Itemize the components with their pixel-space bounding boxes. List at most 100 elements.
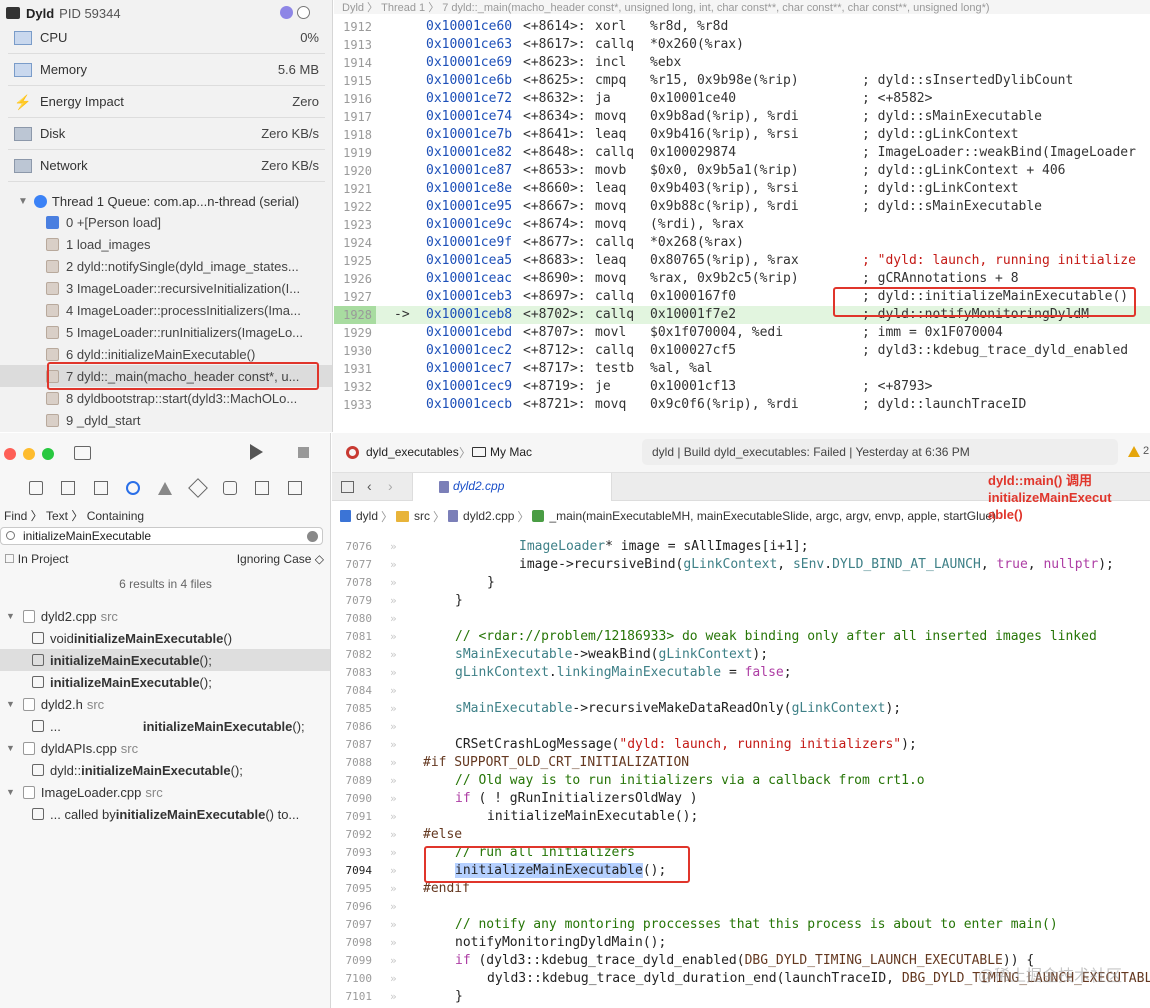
source-line[interactable]: 7083 » gLinkContext.linkingMainExecutable … [332, 664, 1150, 682]
stack-frame-5[interactable]: 5 ImageLoader::runInitializers(ImageLo..… [0, 321, 332, 343]
disassembly-line[interactable]: 1914 0x10001ce69 <+8623>: incl %ebx [334, 54, 1150, 72]
source-line[interactable]: 7087 » CRSetCrashLogMessage("dyld: launch,… [332, 736, 1150, 754]
disassembly-line[interactable]: 1933 0x10001cecb <+8721>: movq 0x9c0f6(%rip)… [334, 396, 1150, 414]
stack-frame-0[interactable]: 0 +[Person load] [0, 211, 332, 233]
scope-selector[interactable]: ☐ In Project [4, 552, 68, 566]
stack-frame-1[interactable]: 1 load_images [0, 233, 332, 255]
minimize-window-button[interactable] [23, 448, 35, 460]
source-line[interactable]: 7079 »} [332, 592, 1150, 610]
stop-button[interactable] [298, 447, 309, 458]
disassembly-line[interactable]: 1916 0x10001ce72 <+8632>: ja 0x10001ce40 ; <+… [334, 90, 1150, 108]
run-button[interactable] [250, 444, 263, 460]
disassembly-line[interactable]: 1917 0x10001ce74 <+8634>: movq 0x9b8ad(%rip)… [334, 108, 1150, 126]
disassembly-line[interactable]: 1932 0x10001cec9 <+8719>: je 0x10001cf13 ; <+… [334, 378, 1150, 396]
jumpbar-symbol[interactable]: _main(mainExecutableMH, mainExecutableSl… [549, 509, 996, 523]
source-line[interactable]: 7096 » [332, 898, 1150, 916]
chevron-down-icon[interactable]: ▼ [18, 196, 28, 207]
source-line[interactable]: 7093 » // run all initializers [332, 844, 1150, 862]
result-file[interactable]: ▼ dyldAPIs.cpp src [0, 737, 330, 759]
disassembly-line[interactable]: 1926 0x10001ceac <+8690>: movq %rax, 0x9b2c5… [334, 270, 1150, 288]
disassembly-line[interactable]: 1930 0x10001cec2 <+8712>: callq 0x100027cf5;… [334, 342, 1150, 360]
grid-icon[interactable] [341, 481, 354, 493]
disassembly-line[interactable]: 1912 0x10001ce60 <+8614>: xorl %r8d, %r8d [334, 18, 1150, 36]
source-line[interactable]: 7094 » initializeMainExecutable(); [332, 862, 1150, 880]
symbol-icon[interactable] [93, 481, 108, 495]
warning-icon[interactable] [1128, 446, 1140, 457]
stack-frame-3[interactable]: 3 ImageLoader::recursiveInitialization(I… [0, 277, 332, 299]
source-line[interactable]: 7081 » // <rdar://problem/12186933> do wea… [332, 628, 1150, 646]
source-line[interactable]: 7076 » ImageLoader* image = sAllImages[i+1… [332, 538, 1150, 556]
stack-frame-4[interactable]: 4 ImageLoader::processInitializers(Ima..… [0, 299, 332, 321]
tab-dyld2-cpp[interactable]: dyld2.cpp [412, 473, 612, 501]
back-arrow-icon[interactable]: ‹ [367, 478, 372, 494]
disassembly-line[interactable]: 1922 0x10001ce95 <+8667>: movq 0x9b88c(%rip)… [334, 198, 1150, 216]
source-line[interactable]: 7084 » [332, 682, 1150, 700]
result-match[interactable]: void initializeMainExecutable() [0, 627, 330, 649]
find-icon[interactable] [126, 481, 141, 495]
disassembly-line[interactable]: 1925 0x10001cea5 <+8683>: leaq 0x80765(%rip)… [334, 252, 1150, 270]
chevron-down-icon[interactable]: ▼ [6, 699, 15, 709]
source-line[interactable]: 7091 » initializeMainExecutable(); [332, 808, 1150, 826]
result-file[interactable]: ▼ ImageLoader.cpp src [0, 781, 330, 803]
disassembly-jumpbar[interactable]: Dyld 〉 Thread 1 〉 7 dyld::_main(macho_he… [334, 0, 1150, 14]
jumpbar-file[interactable]: dyld2.cpp [463, 509, 514, 523]
disassembly-line[interactable]: 1913 0x10001ce63 <+8617>: callq *0x260(%rax) [334, 36, 1150, 54]
gauge-energy[interactable]: ⚡ Energy Impact Zero [8, 86, 325, 118]
stack-frame-9[interactable]: 9 _dyld_start [0, 409, 332, 431]
source-line[interactable]: 7089 » // Old way is to run initializers v… [332, 772, 1150, 790]
destination-selector[interactable]: My Mac [490, 445, 532, 459]
source-line[interactable]: 7097 » // notify any montoring proccesses … [332, 916, 1150, 934]
source-line[interactable]: 7098 » notifyMonitoringDyldMain(); [332, 934, 1150, 952]
source-line[interactable]: 7077 » image->recursiveBind(gLinkContext, … [332, 556, 1150, 574]
info-icon[interactable] [280, 6, 293, 19]
stack-frame-7[interactable]: 7 dyld::_main(macho_header const*, u... [0, 365, 332, 387]
disassembly-line[interactable]: 1915 0x10001ce6b <+8625>: cmpq %r15, 0x9b98e… [334, 72, 1150, 90]
gauge-network[interactable]: Network Zero KB/s [8, 150, 325, 182]
jumpbar-folder[interactable]: src [414, 509, 430, 523]
gauge-memory[interactable]: Memory 5.6 MB [8, 54, 325, 86]
result-match[interactable]: initializeMainExecutable (); [0, 649, 330, 671]
folder-icon[interactable] [29, 481, 44, 495]
result-file[interactable]: ▼ dyld2.cpp src [0, 605, 330, 627]
source-line[interactable]: 7088 » #if SUPPORT_OLD_CRT_INITIALIZATION [332, 754, 1150, 772]
stop-process-icon[interactable] [297, 6, 310, 19]
chevron-down-icon[interactable]: ▼ [6, 743, 15, 753]
find-search-field[interactable]: initializeMainExecutable [0, 527, 323, 545]
disassembly-line[interactable]: 1919 0x10001ce82 <+8648>: callq 0x100029874;… [334, 144, 1150, 162]
find-mode-path[interactable]: Find 〉 Text 〉 Containing [4, 507, 144, 524]
chevron-down-icon[interactable]: ▼ [6, 611, 15, 621]
stack-frame-2[interactable]: 2 dyld::notifySingle(dyld_image_states..… [0, 255, 332, 277]
disassembly-line[interactable]: 1929 0x10001cebd <+8707>: movl $0x1f070004, … [334, 324, 1150, 342]
disassembly-line[interactable]: 1931 0x10001cec7 <+8717>: testb %al, %al [334, 360, 1150, 378]
disassembly-line[interactable]: 1927 0x10001ceb3 <+8697>: callq 0x1000167f0;… [334, 288, 1150, 306]
result-match[interactable]: ... initializeMainExecutable (); [0, 715, 330, 737]
test-icon[interactable] [187, 478, 208, 498]
chevron-down-icon[interactable]: ▼ [6, 787, 15, 797]
sidebar-toggle-icon[interactable] [74, 446, 91, 460]
stack-frame-8[interactable]: 8 dyldbootstrap::start(dyld3::MachOLo... [0, 387, 332, 409]
disassembly-line[interactable]: 1928 0x10001ceb8 <+8702>: callq 0x10001f7e2;… [334, 306, 1150, 324]
disassembly-line[interactable]: 1924 0x10001ce9f <+8677>: callq *0x268(%rax) [334, 234, 1150, 252]
source-line[interactable]: 7078 »} [332, 574, 1150, 592]
scheme-selector[interactable]: dyld_executables [366, 445, 459, 459]
disassembly-line[interactable]: 1923 0x10001ce9c <+8674>: movq (%rdi), %rax [334, 216, 1150, 234]
source-line[interactable]: 7095 » #endif [332, 880, 1150, 898]
stack-frame-6[interactable]: 6 dyld::initializeMainExecutable() [0, 343, 332, 365]
source-control-icon[interactable] [61, 481, 76, 495]
gauge-disk[interactable]: Disk Zero KB/s [8, 118, 325, 150]
source-line[interactable]: 7086 » [332, 718, 1150, 736]
result-file[interactable]: ▼ dyld2.h src [0, 693, 330, 715]
breakpoint-icon[interactable] [255, 481, 270, 495]
disassembly-line[interactable]: 1918 0x10001ce7b <+8641>: leaq 0x9b416(%rip)… [334, 126, 1150, 144]
result-match[interactable]: dyld:: initializeMainExecutable (); [0, 759, 330, 781]
thread-row[interactable]: ▼ Thread 1 Queue: com.ap...n-thread (ser… [0, 190, 332, 212]
source-line[interactable]: 7085 » sMainExecutable->recursiveMakeDataR… [332, 700, 1150, 718]
source-line[interactable]: 7092 » #else [332, 826, 1150, 844]
close-window-button[interactable] [4, 448, 16, 460]
source-line[interactable]: 7082 » sMainExecutable->weakBind(gLinkCont… [332, 646, 1150, 664]
source-line[interactable]: 7101 »} [332, 988, 1150, 1006]
report-icon[interactable] [287, 481, 302, 495]
zoom-window-button[interactable] [42, 448, 54, 460]
gauge-cpu[interactable]: CPU 0% [8, 22, 325, 54]
source-line[interactable]: 7090 » if ( ! gRunInitializersOldWay ) [332, 790, 1150, 808]
